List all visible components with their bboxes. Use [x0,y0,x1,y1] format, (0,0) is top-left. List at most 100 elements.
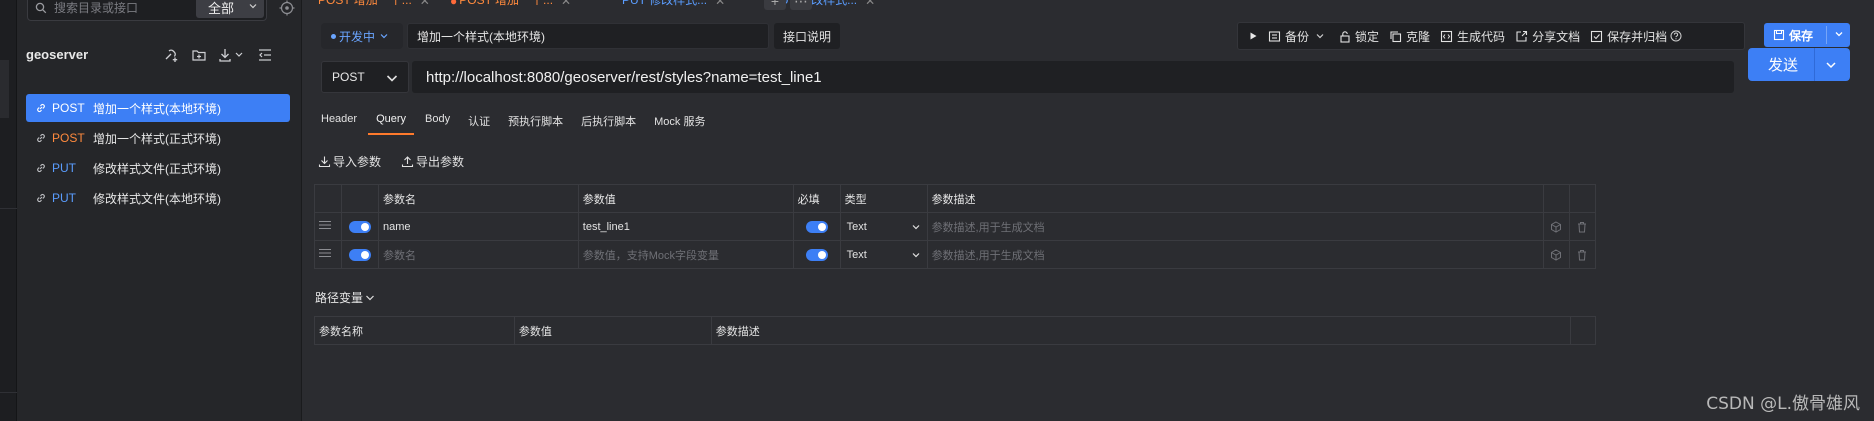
path-vars-toggle[interactable]: 路径变量 [315,289,376,306]
environment-label: 开发中 [339,29,376,44]
param-type-select[interactable]: Text [839,212,928,241]
col-param-name: 参数名称 [314,316,515,345]
col-param-name: 参数名 [377,184,579,213]
trash-icon[interactable] [1568,240,1597,269]
chevron-down-icon [1315,31,1325,41]
param-desc-cell[interactable]: 参数描述,用于生成文档 [926,240,1544,269]
save-archive-button[interactable]: 保存并归档 [1590,28,1686,45]
api-method: PUT [52,161,76,175]
param-desc-cell[interactable]: 参数描述,用于生成文档 [926,212,1544,241]
project-title: geoserver [26,47,89,62]
download-icon [318,155,331,168]
search-scope-select[interactable]: 全部 [196,0,264,18]
mock-icon[interactable] [1542,212,1570,241]
api-item[interactable]: POST 增加一个样式(本地环境) [26,94,290,122]
rail-divider [0,208,17,209]
tab-pre-script[interactable]: 预执行脚本 [501,113,570,135]
url-input[interactable]: http://localhost:8080/geoserver/rest/sty… [412,61,1734,93]
param-io-links: 导入参数 导出参数 [318,153,464,170]
tab-request[interactable]: PUT 修改样式... ✕ [622,0,746,10]
tab-request[interactable]: POST 增加一个... ✕ [318,0,448,10]
help-icon[interactable] [1670,30,1682,42]
close-icon[interactable]: ✕ [865,0,875,8]
link-icon [26,162,48,174]
chevron-down-icon [911,222,921,232]
request-tabs: Header Query Body 认证 预执行脚本 后执行脚本 Mock 服务 [314,113,712,135]
tab-label: POST 增加一个... [459,0,554,7]
tab-bar: POST 增加一个... ✕ ● POST 增加一个... ✕ PUT 修改样式...… [302,0,1874,10]
tab-query[interactable]: Query [368,113,415,135]
close-icon[interactable]: ✕ [420,0,430,8]
param-value-cell[interactable]: test_line1 [577,212,794,241]
mock-icon[interactable] [1542,240,1570,269]
generate-code-button[interactable]: 生成代码 [1440,28,1505,45]
param-type-value: Text [846,248,867,261]
api-item[interactable]: PUT 修改样式文件(正式环境) [26,154,290,182]
activity-rail [0,0,17,421]
drag-handle[interactable] [314,240,342,269]
http-method-select[interactable]: POST [321,61,409,93]
table-header-row: 参数名 参数值 必填 类型 参数描述 [314,184,1597,213]
run-icon[interactable] [1248,31,1258,41]
tab-post-script[interactable]: 后执行脚本 [574,113,643,135]
close-icon[interactable]: ✕ [561,0,571,8]
api-doc-button[interactable]: 接口说明 [774,23,840,49]
api-name-input[interactable]: 增加一个样式(本地环境) [407,23,769,49]
drag-handle[interactable] [314,212,342,241]
add-folder-icon[interactable] [190,46,208,64]
add-api-icon[interactable] [162,46,180,64]
api-name: 增加一个样式(正式环境) [93,131,221,146]
clone-button[interactable]: 克隆 [1389,28,1430,45]
param-required-toggle[interactable] [805,220,828,233]
import-params-label: 导入参数 [333,155,382,169]
send-button[interactable]: 发送 [1748,48,1850,81]
tab-header[interactable]: Header [314,113,364,135]
tab-auth[interactable]: 认证 [461,113,497,135]
environment-select[interactable]: 开发中 [321,23,403,49]
collapse-list-icon[interactable] [256,46,274,64]
lock-button[interactable]: 锁定 [1339,28,1379,45]
tab-mock[interactable]: Mock 服务 [647,113,712,135]
chevron-down-icon[interactable] [1833,28,1845,40]
table-row: name test_line1 Text 参数描述,用于生成文档 [314,212,1597,241]
chevron-down-icon [911,250,921,260]
param-enabled-toggle[interactable] [348,220,371,233]
tab-body[interactable]: Body [418,113,457,135]
new-tab-button[interactable]: + [764,0,786,10]
env-dot-icon [331,33,336,39]
close-icon[interactable]: ✕ [715,0,725,8]
share-doc-button[interactable]: 分享文档 [1515,28,1580,45]
chevron-down-icon [379,31,389,41]
param-enabled-toggle[interactable] [348,248,371,261]
param-type-select[interactable]: Text [839,240,928,269]
export-params-button[interactable]: 导出参数 [401,153,464,170]
save-button[interactable]: 保存 [1764,23,1850,47]
query-params-table: 参数名 参数值 必填 类型 参数描述 name test_line1 Text … [314,184,1597,269]
more-tabs-button[interactable]: ⋯ [790,0,812,10]
search-icon [28,0,54,20]
col-description: 参数描述 [710,316,1572,345]
api-method: POST [52,131,85,145]
trash-icon[interactable] [1568,212,1597,241]
col-required: 必填 [792,184,841,213]
import-menu-icon[interactable] [218,46,246,64]
api-item[interactable]: POST 增加一个样式(正式环境) [26,124,290,152]
api-item[interactable]: PUT 修改样式文件(本地环境) [26,184,290,212]
col-param-value: 参数值 [577,184,794,213]
backup-button[interactable]: 备份 [1268,28,1329,45]
search-input[interactable] [54,0,178,15]
http-method-value: POST [332,70,365,84]
tab-request-active[interactable]: ● POST 增加一个... ✕ [450,0,598,10]
param-required-toggle[interactable] [805,248,828,261]
tab-label: POST 增加一个... [318,0,412,7]
search-box: 全部 [27,0,267,21]
backup-label: 备份 [1285,29,1310,44]
param-value-cell[interactable]: 参数值，支持Mock字段变量 [577,240,794,269]
clone-icon [1389,30,1402,43]
param-name-cell[interactable]: 参数名 [377,240,579,269]
param-name-cell[interactable]: name [377,212,579,241]
chevron-down-icon[interactable] [1824,58,1838,72]
locate-icon[interactable] [275,0,299,20]
sidebar: 全部 geoserver POST 增加一个样式(本地环境) POST 增加一个… [17,0,302,421]
import-params-button[interactable]: 导入参数 [318,153,381,170]
